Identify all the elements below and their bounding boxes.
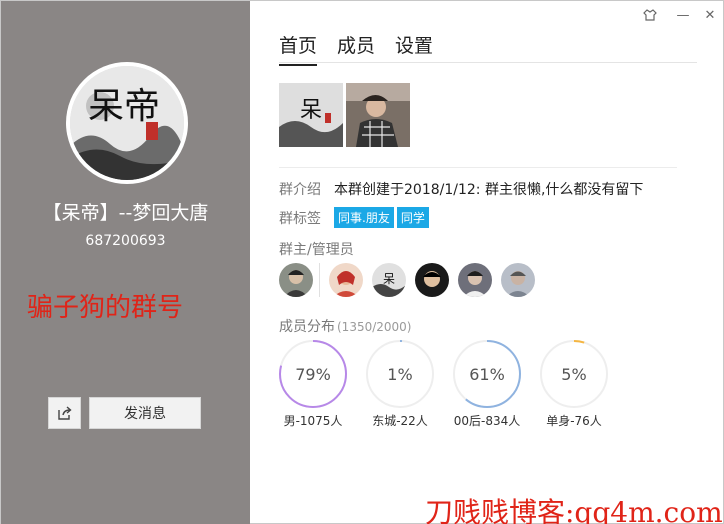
admins-title: 群主/管理员 (279, 242, 354, 258)
avatar-calligraphy-top: 呆帝 (88, 86, 160, 127)
tag-item[interactable]: 同事.朋友 (334, 207, 394, 228)
admin-avatar[interactable] (415, 263, 449, 297)
intro-row: 群介绍 本群创建于2018/1/12: 群主很懒,什么都没有留下 (279, 179, 643, 199)
group-photos: 呆 (279, 83, 410, 147)
tag-item[interactable]: 同学 (396, 207, 429, 228)
stat-label: 男-1075人 (283, 414, 343, 428)
svg-text:呆: 呆 (300, 98, 322, 123)
distribution-stats: 79% 男-1075人 1% 东城-22人 61% 00后-834人 5% 单身… (278, 339, 626, 429)
admin-avatar[interactable]: 呆 (372, 263, 406, 297)
stat-percent: 61% (469, 365, 505, 384)
share-button[interactable] (48, 397, 81, 429)
tab-home[interactable]: 首页 (279, 31, 318, 66)
admin-avatar[interactable] (501, 263, 535, 297)
stat-percent: 5% (561, 365, 586, 384)
tab-bar: 首页 成员 设置 (279, 31, 433, 66)
group-photo-1[interactable]: 呆 (279, 83, 343, 147)
main-panel: — ✕ 首页 成员 设置 呆 群介绍 本群创建于2018/1/12: 群主很懒,… (250, 1, 724, 524)
close-button[interactable]: ✕ (702, 8, 718, 24)
stat-label: 单身-76人 (546, 414, 602, 428)
stat-label: 东城-22人 (372, 414, 428, 428)
stat-gender[interactable]: 79% 男-1075人 (278, 339, 365, 429)
group-avatar-ring: 呆帝 (66, 62, 188, 184)
svg-text:呆: 呆 (383, 272, 395, 286)
group-avatar[interactable]: 呆帝 (70, 66, 184, 180)
distribution-title: 成员分布 (1350/2000) (279, 316, 411, 336)
tab-members[interactable]: 成员 (337, 31, 375, 66)
annotation-scam-note: 骗子狗的群号 (27, 293, 184, 323)
blog-watermark: 刀贱贱博客:qq4m.com (425, 496, 723, 524)
admin-avatar[interactable] (329, 263, 363, 297)
stat-percent: 1% (387, 365, 412, 384)
admin-list: 呆 (279, 263, 544, 297)
share-icon (57, 406, 72, 420)
shirt-icon (643, 9, 657, 21)
send-message-button[interactable]: 发消息 (89, 397, 201, 429)
group-name: 【呆帝】--梦回大唐 (42, 202, 209, 224)
group-photo-2[interactable] (346, 83, 410, 147)
tags-row: 群标签 同事.朋友 同学 (279, 207, 432, 228)
stat-single[interactable]: 5% 单身-76人 (539, 339, 626, 429)
intro-label: 群介绍 (279, 182, 321, 198)
member-count: (1350/2000) (337, 320, 412, 334)
section-divider (279, 167, 677, 168)
tab-divider (279, 62, 697, 63)
tab-settings[interactable]: 设置 (395, 31, 433, 66)
tags-label: 群标签 (279, 210, 321, 227)
stat-region[interactable]: 1% 东城-22人 (365, 339, 452, 429)
group-id: 687200693 (85, 233, 166, 249)
minimize-button[interactable]: — (675, 8, 691, 24)
owner-avatar[interactable] (279, 263, 313, 297)
owner-divider (319, 263, 320, 297)
distribution-label: 成员分布 (279, 319, 335, 335)
intro-text: 本群创建于2018/1/12: 群主很懒,什么都没有留下 (334, 182, 644, 198)
skin-button[interactable] (642, 8, 658, 27)
stat-age[interactable]: 61% 00后-834人 (452, 339, 539, 429)
stat-percent: 79% (295, 365, 331, 384)
admin-avatar[interactable] (458, 263, 492, 297)
profile-panel: 呆帝 【呆帝】--梦回大唐 687200693 骗子狗的群号 发消息 (1, 1, 250, 524)
group-profile-window: 呆帝 【呆帝】--梦回大唐 687200693 骗子狗的群号 发消息 — ✕ 首… (0, 0, 724, 524)
stat-label: 00后-834人 (453, 414, 521, 428)
